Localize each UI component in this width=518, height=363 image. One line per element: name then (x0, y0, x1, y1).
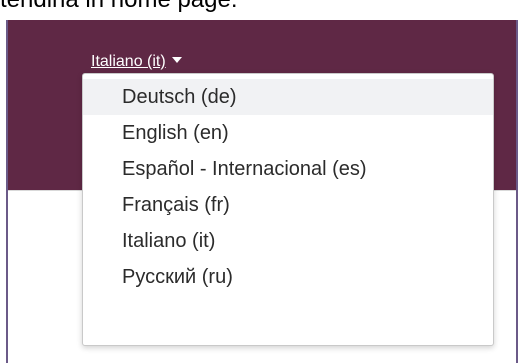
language-option-it[interactable]: Italiano (it) (83, 223, 493, 259)
language-option-fr[interactable]: Français (fr) (83, 187, 493, 223)
language-option-en[interactable]: English (en) (83, 115, 493, 151)
language-option-ru[interactable]: Русский (ru) (83, 259, 493, 295)
language-menu-toggle[interactable]: Italiano (it) (91, 53, 182, 71)
caret-down-icon (171, 57, 182, 63)
page-frame: Italiano (it) Deutsch (de) English (en) … (6, 20, 518, 363)
caption-text: tendina in home page: (0, 0, 238, 14)
language-option-de[interactable]: Deutsch (de) (83, 79, 493, 115)
language-dropdown-menu: Deutsch (de) English (en) Español - Inte… (82, 73, 494, 346)
current-language-label: Italiano (it) (91, 53, 166, 70)
language-option-es[interactable]: Español - Internacional (es) (83, 151, 493, 187)
